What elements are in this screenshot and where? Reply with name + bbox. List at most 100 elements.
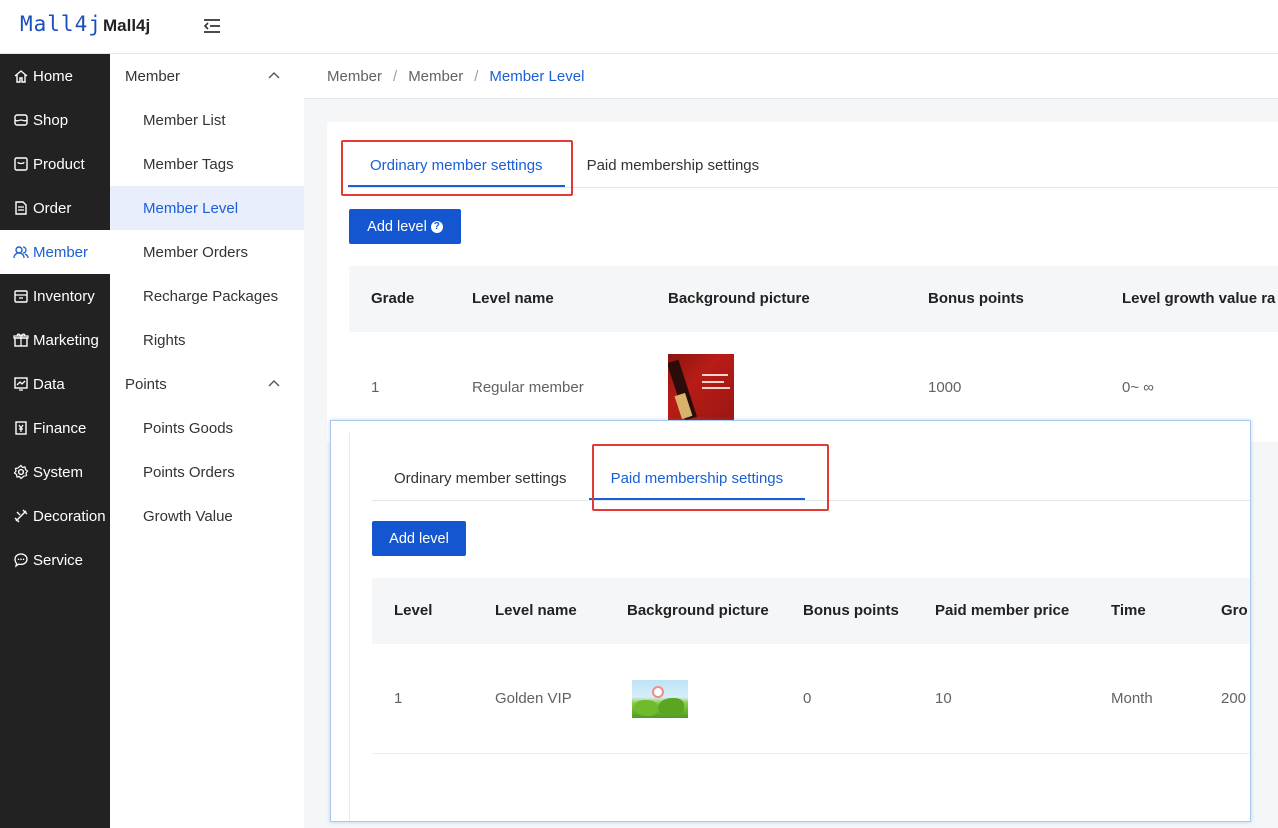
submenu-item-member-level[interactable]: Member Level [110, 186, 304, 230]
gift-icon [13, 332, 29, 348]
cell-time: Month [1111, 690, 1153, 707]
home-icon [13, 68, 29, 84]
member-settings-tabs: Ordinary member settings Paid membership… [348, 143, 759, 187]
nav-item-finance[interactable]: Finance [0, 406, 110, 450]
submenu-group-title: Member [125, 67, 181, 85]
submenu-item-member-tags[interactable]: Member Tags [110, 142, 304, 186]
nav-item-shop[interactable]: Shop [0, 98, 110, 142]
submenu-item-member-orders[interactable]: Member Orders [110, 230, 304, 274]
tab-ordinary-member-settings[interactable]: Ordinary member settings [372, 456, 589, 500]
column-header-growth: Gro [1221, 602, 1248, 619]
brand-logo: Mall4j [20, 12, 102, 36]
cell-growth-range: 0~ ∞ [1122, 379, 1154, 396]
nav-item-order[interactable]: Order [0, 186, 110, 230]
nav-item-marketing[interactable]: Marketing [0, 318, 110, 362]
breadcrumb-separator: / [393, 67, 398, 85]
submenu-group-title: Points [125, 375, 167, 393]
finance-icon [13, 420, 29, 436]
column-header-paid-member-price: Paid member price [935, 602, 1070, 619]
background-picture-thumbnail [632, 680, 688, 718]
breadcrumb-item[interactable]: Member [327, 68, 382, 85]
nav-label: Member [33, 243, 89, 261]
tab-divider [348, 187, 1278, 188]
submenu-item-points-goods[interactable]: Points Goods [110, 406, 304, 450]
cell-growth: 200 [1221, 690, 1247, 707]
cell-grade: 1 [371, 379, 380, 396]
submenu-item-growth-value[interactable]: Growth Value [110, 494, 304, 538]
cell-paid-member-price: 10 [935, 690, 952, 707]
row-divider [372, 753, 1250, 754]
inventory-icon [13, 288, 29, 304]
menu-collapse-icon[interactable] [202, 17, 222, 35]
nav-item-inventory[interactable]: Inventory [0, 274, 110, 318]
submenu-item-recharge-packages[interactable]: Recharge Packages [110, 274, 304, 318]
sub-sidebar: Member Member List Member Tags Member Le… [110, 54, 304, 828]
column-header-level-name: Level name [495, 602, 577, 619]
tab-divider [372, 500, 1250, 501]
member-icon [13, 244, 29, 260]
submenu-group-points[interactable]: Points [110, 362, 304, 406]
nav-label: Finance [33, 419, 87, 437]
submenu-item-rights[interactable]: Rights [110, 318, 304, 362]
submenu-item-points-orders[interactable]: Points Orders [110, 450, 304, 494]
nav-label: Order [33, 199, 72, 217]
cell-level-name: Golden VIP [495, 690, 572, 707]
column-header-bonus-points: Bonus points [803, 602, 899, 619]
ordinary-member-panel: Ordinary member settings Paid membership… [327, 122, 1278, 442]
column-header-level-name: Level name [472, 290, 554, 307]
add-level-button[interactable]: Add level [372, 521, 466, 556]
chevron-up-icon [268, 380, 280, 387]
nav-label: System [33, 463, 84, 481]
breadcrumb-current: Member Level [489, 67, 585, 85]
column-header-background-picture: Background picture [627, 602, 769, 619]
add-level-label: Add level [389, 530, 449, 547]
paid-membership-panel: Ordinary member settings Paid membership… [330, 420, 1251, 822]
nav-label: Decoration [33, 507, 106, 525]
cell-level: 1 [394, 690, 403, 707]
main-sidebar: Home Shop Product Order Member Inventory… [0, 54, 110, 828]
cell-bonus-points: 1000 [928, 379, 962, 396]
nav-item-product[interactable]: Product [0, 142, 110, 186]
chevron-up-icon [268, 72, 280, 79]
column-header-time: Time [1111, 602, 1146, 619]
tab-paid-membership-settings[interactable]: Paid membership settings [588, 456, 806, 500]
order-icon [13, 200, 29, 216]
nav-item-system[interactable]: System [0, 450, 110, 494]
breadcrumb-item[interactable]: Member [408, 68, 463, 85]
member-settings-tabs: Ordinary member settings Paid membership… [372, 456, 805, 500]
column-header-bonus-points: Bonus points [928, 290, 1024, 307]
submenu-group-member[interactable]: Member [110, 54, 304, 98]
nav-label: Marketing [33, 331, 99, 349]
chat-icon [13, 552, 29, 568]
submenu-item-member-list[interactable]: Member List [110, 98, 304, 142]
column-header-growth-range: Level growth value ra [1122, 290, 1276, 307]
column-header-grade: Grade [371, 290, 415, 307]
panel-border [349, 433, 350, 821]
gear-icon [13, 464, 29, 480]
cell-bonus-points: 0 [803, 690, 812, 707]
nav-item-member[interactable]: Member [0, 230, 110, 274]
add-level-button[interactable]: Add level ? [349, 209, 461, 244]
nav-item-data[interactable]: Data [0, 362, 110, 406]
app-name: Mall4j [103, 16, 151, 35]
top-header: Mall4j Mall4j [0, 0, 1278, 54]
nav-label: Shop [33, 111, 69, 129]
nav-item-home[interactable]: Home [0, 54, 110, 98]
cell-level-name: Regular member [472, 379, 584, 396]
nav-item-service[interactable]: Service [0, 538, 110, 582]
nav-label: Product [33, 155, 85, 173]
column-header-level: Level [394, 602, 433, 619]
breadcrumb: Member / Member / Member Level [304, 54, 1278, 99]
nav-item-decoration[interactable]: Decoration [0, 494, 110, 538]
nav-label: Data [33, 375, 65, 393]
help-icon[interactable]: ? [430, 220, 443, 233]
nav-label: Home [33, 67, 74, 85]
nav-label: Service [33, 551, 84, 569]
shop-icon [13, 112, 29, 128]
add-level-label: Add level [367, 218, 427, 235]
column-header-background-picture: Background picture [668, 290, 810, 307]
chart-icon [13, 376, 29, 392]
tab-paid-membership-settings[interactable]: Paid membership settings [565, 143, 760, 187]
tab-ordinary-member-settings[interactable]: Ordinary member settings [348, 143, 565, 187]
product-icon [13, 156, 29, 172]
